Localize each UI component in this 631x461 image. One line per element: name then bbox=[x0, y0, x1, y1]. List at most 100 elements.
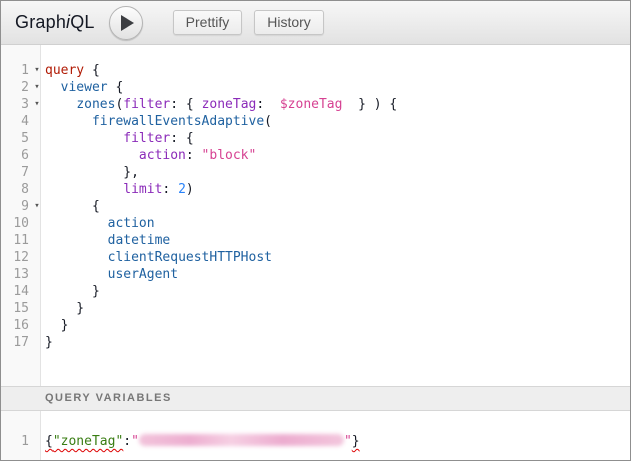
code-text: }, bbox=[45, 164, 139, 181]
token-pun: { bbox=[108, 80, 124, 95]
code-text: viewer { bbox=[45, 79, 123, 96]
code-line[interactable]: 3▾ zones(filter: { zoneTag: $zoneTag } )… bbox=[1, 96, 630, 113]
code-line[interactable]: 17} bbox=[1, 334, 630, 351]
token-pun: } bbox=[45, 318, 68, 333]
token-pun: : bbox=[162, 182, 178, 197]
token-pun bbox=[45, 97, 76, 112]
fold-gutter-spacer bbox=[29, 113, 45, 130]
history-button[interactable]: History bbox=[254, 10, 324, 35]
token-attr: filter bbox=[123, 131, 170, 146]
graphiql-window: GraphiQL Prettify History 1▾query {2▾ vi… bbox=[0, 0, 631, 461]
line-number: 6 bbox=[1, 147, 29, 164]
token-prop: action bbox=[108, 216, 155, 231]
token-attr: zoneTag bbox=[202, 97, 257, 112]
toolbar: GraphiQL Prettify History bbox=[1, 1, 630, 45]
fold-gutter-spacer bbox=[29, 164, 45, 181]
token-attr: filter bbox=[123, 97, 170, 112]
token-pun bbox=[45, 80, 61, 95]
query-variables-title: QUERY VARIABLES bbox=[45, 392, 172, 404]
code-line[interactable]: 14 } bbox=[1, 283, 630, 300]
fold-gutter-spacer bbox=[29, 334, 45, 351]
token-prop: clientRequestHTTPHost bbox=[108, 250, 272, 265]
app-logo: GraphiQL bbox=[15, 12, 95, 33]
token-pun bbox=[45, 131, 123, 146]
token-prop: firewallEventsAdaptive bbox=[92, 114, 264, 129]
line-number: 9 bbox=[1, 198, 29, 215]
token-pun: : { bbox=[170, 131, 193, 146]
line-number: 13 bbox=[1, 266, 29, 283]
line-number: 10 bbox=[1, 215, 29, 232]
token-prop: viewer bbox=[61, 80, 108, 95]
fold-gutter-spacer bbox=[29, 130, 45, 147]
code-line[interactable]: 12 clientRequestHTTPHost bbox=[1, 249, 630, 266]
code-text: } bbox=[45, 283, 100, 300]
token-attr: limit bbox=[123, 182, 162, 197]
fold-gutter-spacer bbox=[29, 181, 45, 198]
line-number: 3 bbox=[1, 96, 29, 113]
token-pun: ) bbox=[186, 182, 194, 197]
code-line[interactable]: 5 filter: { bbox=[1, 130, 630, 147]
line-number: 11 bbox=[1, 232, 29, 249]
token-pun bbox=[45, 216, 108, 231]
code-line[interactable]: 11 datetime bbox=[1, 232, 630, 249]
line-number: 16 bbox=[1, 317, 29, 334]
code-text: action bbox=[45, 215, 155, 232]
line-number: 1 bbox=[1, 433, 29, 450]
line-number: 2 bbox=[1, 79, 29, 96]
code-line[interactable]: 1{"zoneTag":""} bbox=[1, 433, 630, 450]
code-line[interactable]: 1▾query { bbox=[1, 62, 630, 79]
query-variables-header[interactable]: QUERY VARIABLES bbox=[1, 386, 630, 411]
token-prop: zones bbox=[76, 97, 115, 112]
code-line[interactable]: 8 limit: 2) bbox=[1, 181, 630, 198]
token-pun: : bbox=[123, 434, 131, 449]
token-num: 2 bbox=[178, 182, 186, 197]
code-text: } bbox=[45, 334, 53, 351]
token-str: " bbox=[131, 434, 139, 449]
token-pun: } bbox=[45, 301, 84, 316]
token-pun: }, bbox=[45, 165, 139, 180]
fold-gutter-spacer bbox=[29, 232, 45, 249]
logo-text-ql: QL bbox=[70, 12, 94, 32]
code-text: zones(filter: { zoneTag: $zoneTag } ) { bbox=[45, 96, 397, 113]
token-pun: : { bbox=[170, 97, 201, 112]
code-line[interactable]: 6 action: "block" bbox=[1, 147, 630, 164]
token-pun bbox=[45, 233, 108, 248]
fold-arrow-icon[interactable]: ▾ bbox=[29, 96, 45, 113]
token-pun: } bbox=[45, 335, 53, 350]
fold-gutter-spacer bbox=[29, 317, 45, 334]
line-number: 15 bbox=[1, 300, 29, 317]
token-var: $zoneTag bbox=[280, 97, 343, 112]
fold-gutter-spacer bbox=[29, 266, 45, 283]
code-line[interactable]: 13 userAgent bbox=[1, 266, 630, 283]
token-pun: { bbox=[45, 199, 100, 214]
variables-code-area[interactable]: 1{"zoneTag":""} bbox=[1, 433, 630, 450]
variables-editor[interactable]: 1{"zoneTag":""} bbox=[1, 411, 630, 460]
fold-arrow-icon[interactable]: ▾ bbox=[29, 79, 45, 96]
code-text: query { bbox=[45, 62, 100, 79]
code-line[interactable]: 7 }, bbox=[1, 164, 630, 181]
query-code-area[interactable]: 1▾query {2▾ viewer {3▾ zones(filter: { z… bbox=[1, 62, 630, 351]
query-editor[interactable]: 1▾query {2▾ viewer {3▾ zones(filter: { z… bbox=[1, 45, 630, 386]
code-line[interactable]: 16 } bbox=[1, 317, 630, 334]
execute-query-button[interactable] bbox=[109, 6, 143, 40]
token-pun: } bbox=[352, 434, 360, 449]
fold-arrow-icon[interactable]: ▾ bbox=[29, 198, 45, 215]
code-text: clientRequestHTTPHost bbox=[45, 249, 272, 266]
code-line[interactable]: 4 firewallEventsAdaptive( bbox=[1, 113, 630, 130]
code-line[interactable]: 10 action bbox=[1, 215, 630, 232]
prettify-button[interactable]: Prettify bbox=[173, 10, 243, 35]
code-line[interactable]: 9▾ { bbox=[1, 198, 630, 215]
token-prop: datetime bbox=[108, 233, 171, 248]
token-pun bbox=[45, 250, 108, 265]
fold-arrow-icon[interactable]: ▾ bbox=[29, 62, 45, 79]
line-number: 1 bbox=[1, 62, 29, 79]
code-text: action: "block" bbox=[45, 147, 256, 164]
token-key: "zoneTag" bbox=[53, 434, 123, 449]
token-pun bbox=[45, 114, 92, 129]
token-pun: } bbox=[45, 284, 100, 299]
token-prop: userAgent bbox=[108, 267, 178, 282]
code-line[interactable]: 2▾ viewer { bbox=[1, 79, 630, 96]
code-line[interactable]: 15 } bbox=[1, 300, 630, 317]
line-number: 17 bbox=[1, 334, 29, 351]
token-attr: action bbox=[139, 148, 186, 163]
